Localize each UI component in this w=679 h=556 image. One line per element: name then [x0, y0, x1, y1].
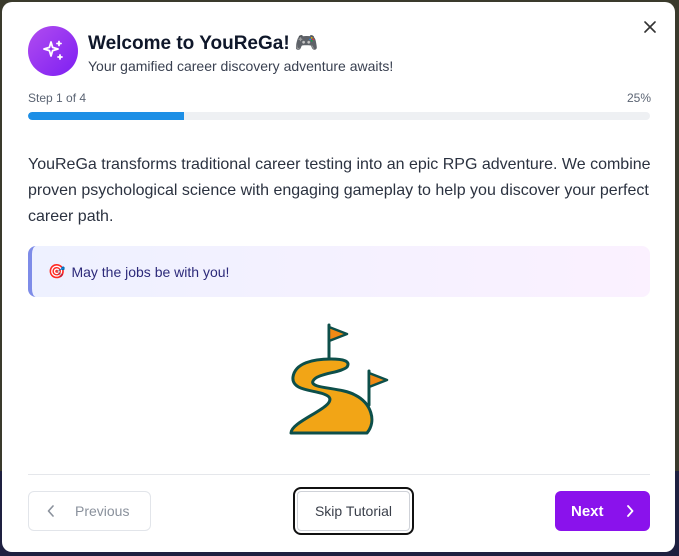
winding-path-with-flags-icon — [289, 323, 389, 435]
footer-divider — [28, 474, 650, 475]
progress-fill — [28, 112, 184, 120]
dialog-title: Welcome to YouReGa! 🎮 — [88, 33, 319, 54]
chevron-left-icon — [47, 505, 55, 517]
skip-tutorial-button[interactable]: Skip Tutorial — [293, 487, 414, 535]
next-button[interactable]: Next — [555, 491, 650, 531]
callout-box: 🎯 May the jobs be with you! — [28, 246, 650, 297]
close-button[interactable] — [639, 16, 661, 38]
skip-tutorial-label: Skip Tutorial — [314, 503, 393, 519]
next-button-label: Next — [571, 502, 604, 520]
step-indicator: Step 1 of 4 — [28, 91, 87, 105]
intro-description: YouReGa transforms traditional career te… — [28, 156, 651, 225]
progress-bar — [28, 112, 650, 120]
chevron-right-icon — [626, 505, 634, 517]
previous-button-label: Previous — [75, 503, 130, 519]
target-icon: 🎯 — [48, 263, 66, 279]
dialog-subtitle: Your gamified career discovery adventure… — [88, 58, 394, 74]
close-icon — [644, 21, 656, 33]
welcome-dialog: Welcome to YouReGa! 🎮 Your gamified care… — [2, 2, 675, 552]
sparkles-icon — [28, 26, 78, 76]
callout-text: May the jobs be with you! — [71, 263, 230, 280]
progress-percent: 25% — [626, 91, 651, 105]
previous-button[interactable]: Previous — [28, 491, 151, 531]
